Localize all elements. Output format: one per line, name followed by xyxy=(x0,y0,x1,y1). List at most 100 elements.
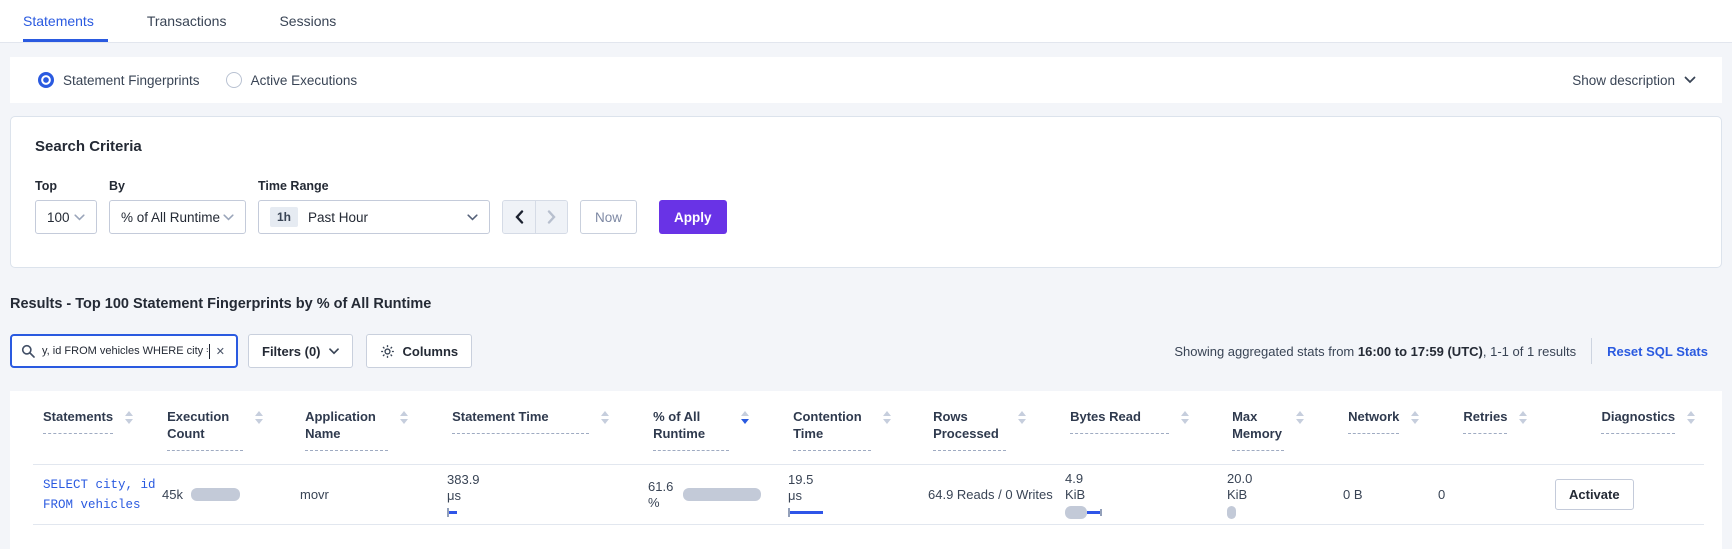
tab-bar: Statements Transactions Sessions xyxy=(0,0,1732,43)
sort-arrows-icon xyxy=(125,411,134,424)
search-criteria-controls: Top 100 By % of All Runtime Time Range 1… xyxy=(35,179,1697,234)
stats-time-range: 16:00 to 17:59 (UTC) xyxy=(1357,343,1483,359)
column-header-network[interactable]: Network xyxy=(1338,408,1453,434)
column-header-rows-processed[interactable]: Rows Processed xyxy=(925,408,1060,451)
column-header-diagnostics[interactable]: Diagnostics xyxy=(1561,408,1713,434)
chevron-down-icon xyxy=(467,213,478,221)
columns-button[interactable]: Columns xyxy=(365,334,473,368)
contention-value: 19.5 xyxy=(788,472,814,487)
max-memory-unit: KiB xyxy=(1227,486,1248,502)
cell-execution-count: 45k xyxy=(162,487,292,502)
by-select[interactable]: % of All Runtime xyxy=(109,200,246,234)
network-value: 0 B xyxy=(1343,487,1363,502)
by-select-value: % of All Runtime xyxy=(121,209,221,225)
by-label: By xyxy=(109,179,125,193)
chevron-down-icon xyxy=(74,213,85,221)
column-header-execution-count[interactable]: Execution Count xyxy=(167,408,297,451)
contention-unit: μs xyxy=(788,488,802,503)
radio-unselected-icon xyxy=(225,72,242,88)
chevron-down-icon xyxy=(328,347,339,355)
bytes-read-unit: KiB xyxy=(1065,486,1086,502)
stats-suffix: , 1-1 of 1 results xyxy=(1482,343,1577,359)
runtime-unit: % xyxy=(648,494,660,510)
apply-button[interactable]: Apply xyxy=(659,200,727,234)
time-range-label: Time Range xyxy=(258,179,329,193)
previous-time-range-button[interactable] xyxy=(503,201,535,233)
results-toolbar: y, id FROM vehicles WHERE city = $1 ✕ Fi… xyxy=(10,334,1722,368)
cell-statement: SELECT city, id FROM vehicles xyxy=(33,475,162,515)
column-header-label: Statement Time xyxy=(452,408,590,434)
sort-arrows-icon xyxy=(1181,411,1190,424)
sort-arrows-icon xyxy=(1018,411,1027,424)
tab-sessions[interactable]: Sessions xyxy=(279,1,336,42)
toolbar-divider xyxy=(1591,338,1593,364)
statements-table: Statements Execution Count Application N… xyxy=(10,391,1722,549)
bytes-read-value: 4.9 xyxy=(1065,470,1084,486)
top-field: Top 100 xyxy=(35,179,97,234)
column-header-label: Retries xyxy=(1463,408,1508,434)
execution-count-bar xyxy=(190,488,240,501)
activate-diagnostics-button[interactable]: Activate xyxy=(1555,479,1634,510)
search-input[interactable]: y, id FROM vehicles WHERE city = $1 ✕ xyxy=(10,334,238,368)
reset-sql-stats-link[interactable]: Reset SQL Stats xyxy=(1607,344,1708,359)
aggregated-stats-text: Showing aggregated stats from 16:00 to 1… xyxy=(1174,344,1576,359)
cell-diagnostics: Activate xyxy=(1515,479,1704,510)
column-header-max-memory[interactable]: Max Memory xyxy=(1223,408,1338,451)
statement-fingerprint-link[interactable]: SELECT city, id FROM vehicles xyxy=(43,475,162,515)
column-header-label: Max Memory xyxy=(1232,408,1285,451)
column-header-bytes-read[interactable]: Bytes Read xyxy=(1060,408,1223,434)
bytes-read-bar xyxy=(1065,505,1218,519)
top-select[interactable]: 100 xyxy=(35,200,97,234)
tab-transactions[interactable]: Transactions xyxy=(147,1,227,42)
column-header-label: Application Name xyxy=(305,408,389,451)
column-header-label: Contention Time xyxy=(793,408,872,451)
column-header-application-name[interactable]: Application Name xyxy=(297,408,442,451)
application-name-value: movr xyxy=(300,487,329,502)
table-row: SELECT city, id FROM vehicles 45k movr 3… xyxy=(33,465,1704,525)
radio-label: Active Executions xyxy=(250,72,358,88)
time-range-badge: 1h xyxy=(270,207,299,227)
filters-button[interactable]: Filters (0) xyxy=(248,334,353,368)
column-header-label: Diagnostics xyxy=(1601,408,1676,434)
chevron-left-icon xyxy=(514,210,524,224)
radio-statement-fingerprints[interactable]: Statement Fingerprints xyxy=(38,72,200,88)
cell-network: 0 B xyxy=(1333,487,1428,502)
column-header-statement-time[interactable]: Statement Time xyxy=(442,408,643,434)
now-button[interactable]: Now xyxy=(580,200,638,234)
max-memory-value: 20.0 xyxy=(1227,470,1253,486)
execution-count-value: 45k xyxy=(162,487,183,502)
sort-arrows-icon xyxy=(400,411,409,424)
search-input-value: y, id FROM vehicles WHERE city = $1 xyxy=(42,345,208,357)
gear-icon xyxy=(380,344,395,359)
results-heading: Results - Top 100 Statement Fingerprints… xyxy=(10,296,432,312)
runtime-bar xyxy=(683,488,762,501)
column-header-contention-time[interactable]: Contention Time xyxy=(783,408,925,451)
next-time-range-button[interactable] xyxy=(535,201,567,233)
cell-contention-time: 19.5 μs xyxy=(778,472,920,517)
column-header-label: Bytes Read xyxy=(1070,408,1170,434)
time-range-pager xyxy=(502,200,568,234)
top-select-value: 100 xyxy=(47,209,70,225)
clear-search-icon[interactable]: ✕ xyxy=(212,343,229,360)
runtime-value: 61.6 xyxy=(648,478,674,494)
cell-application-name: movr xyxy=(292,487,437,502)
sort-arrows-icon xyxy=(1519,411,1528,424)
time-range-select[interactable]: 1h Past Hour xyxy=(258,200,490,234)
column-header-retries[interactable]: Retries xyxy=(1453,408,1561,434)
column-header-runtime[interactable]: % of All Runtime xyxy=(643,408,783,451)
view-mode-panel: Statement Fingerprints Active Executions… xyxy=(10,57,1722,103)
column-header-label: Statements xyxy=(43,408,114,434)
tab-statements[interactable]: Statements xyxy=(23,1,108,42)
text-caret xyxy=(208,343,210,359)
sort-arrows-icon xyxy=(601,411,610,424)
contention-bar xyxy=(788,508,920,517)
search-icon xyxy=(21,344,35,358)
show-description-toggle[interactable]: Show description xyxy=(1572,73,1696,88)
column-header-statements[interactable]: Statements xyxy=(33,408,167,434)
search-criteria-title: Search Criteria xyxy=(35,138,142,155)
radio-active-executions[interactable]: Active Executions xyxy=(225,72,358,88)
time-range-field: Time Range 1h Past Hour xyxy=(258,179,490,234)
rows-processed-value: 64.9 Reads / 0 Writes xyxy=(928,487,1053,502)
table-header-row: Statements Execution Count Application N… xyxy=(33,408,1704,465)
statement-time-bar xyxy=(447,508,638,517)
